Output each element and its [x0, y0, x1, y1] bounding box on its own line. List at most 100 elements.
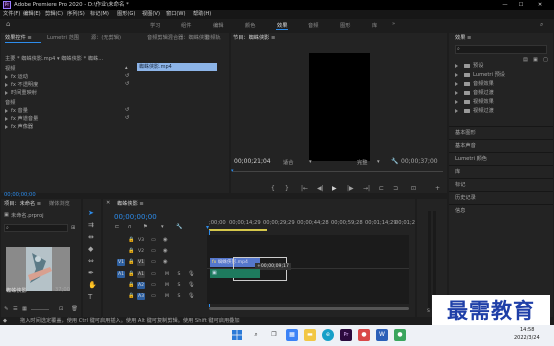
effect-folder-presets[interactable]: 预设 — [455, 62, 483, 70]
close-sequence-icon[interactable]: ✕ — [106, 200, 110, 206]
lock-icon[interactable]: 🔒 — [128, 293, 134, 299]
effect-panner[interactable]: fx 声像器 — [5, 123, 33, 131]
word-icon[interactable]: W — [376, 329, 388, 341]
snap-icon[interactable]: ⊏ — [115, 224, 119, 230]
new-bin-icon[interactable]: ▤ — [523, 57, 528, 63]
tab-media-browser[interactable]: 媒体浏览 — [49, 199, 70, 209]
tab-sequence[interactable]: 蜘蛛侠影 ≡ — [117, 199, 144, 209]
export-frame-button[interactable]: ⊡ — [411, 184, 416, 193]
pen-tool-icon[interactable]: ✒ — [88, 269, 94, 277]
menu-view[interactable]: 视图(V) — [142, 10, 160, 19]
effect-folder-video-transitions[interactable]: 视频过渡 — [455, 107, 494, 115]
source-patch-a1[interactable]: A1 — [117, 271, 125, 278]
effect-folder-video-effects[interactable]: 视频效果 — [455, 98, 494, 106]
effect-opacity[interactable]: fx 不透明度 — [5, 81, 38, 89]
sync-icon[interactable]: ▭ — [151, 248, 156, 254]
expand-icon[interactable] — [5, 124, 8, 129]
effect-time-remapping[interactable]: 时间重映射 — [5, 89, 37, 97]
timeline-scrollbar-thumb[interactable] — [209, 307, 409, 310]
widgets-icon[interactable]: ▦ — [286, 329, 298, 341]
track-label[interactable]: A3 — [137, 293, 145, 300]
workspace-effects[interactable]: 效果 — [277, 22, 287, 29]
mark-in-button[interactable]: { — [271, 184, 275, 193]
solo-left-button[interactable]: S — [427, 309, 430, 314]
linked-selection-icon[interactable]: ∩ — [128, 224, 132, 230]
mute-button[interactable]: M — [163, 271, 171, 278]
icon-view-icon[interactable]: ▦ — [22, 306, 27, 312]
project-item-thumbnail[interactable] — [6, 247, 70, 291]
workspace-editing[interactable]: 编辑 — [213, 22, 223, 29]
button-editor-button[interactable]: + — [435, 184, 440, 193]
expand-icon[interactable] — [5, 82, 8, 87]
pencil-icon[interactable]: ✎ — [4, 306, 8, 312]
mark-out-button[interactable]: } — [285, 184, 289, 193]
work-area-bar[interactable] — [209, 229, 267, 231]
playhead-marker-icon[interactable]: ▾ — [231, 168, 234, 174]
workspace-learn[interactable]: 学习 — [150, 22, 160, 29]
search-taskbar-icon[interactable]: ⌕ — [250, 329, 262, 341]
mic-icon[interactable]: 🎙 — [188, 282, 195, 288]
effect-controls-timecode[interactable]: 00;00;00;00 — [4, 192, 36, 198]
section-lumetri-color[interactable]: Lumetri 颜色 — [449, 152, 553, 165]
playhead-scrubber[interactable] — [233, 171, 443, 172]
close-button[interactable]: ✕ — [532, 0, 548, 10]
expand-icon[interactable] — [5, 90, 8, 95]
tab-effects[interactable]: 效果 ≡ — [455, 33, 471, 43]
settings-icon[interactable]: 🔧 — [176, 224, 182, 230]
home-icon[interactable]: ⌂ — [6, 20, 10, 28]
mute-button[interactable]: M — [163, 282, 171, 289]
track-label[interactable]: V2 — [137, 248, 145, 255]
mute-button[interactable]: M — [163, 293, 171, 300]
reset-icon[interactable]: ↺ — [125, 107, 129, 113]
edge-icon[interactable]: e — [322, 329, 334, 341]
play-button[interactable]: ▶ — [332, 184, 337, 193]
extract-button[interactable]: ⊐ — [393, 184, 398, 193]
reset-icon[interactable]: ↺ — [125, 73, 129, 79]
project-search-input[interactable] — [4, 224, 68, 232]
track-label[interactable]: A2 — [137, 282, 145, 289]
effects-search-input[interactable] — [455, 45, 547, 54]
accelerate-icon[interactable]: ▣ — [533, 57, 538, 63]
section-info[interactable]: 信息 — [449, 204, 553, 217]
timeline-timecode[interactable]: 00;00;00;00 — [114, 213, 157, 221]
lock-icon[interactable]: 🔒 — [128, 237, 134, 243]
selection-tool-icon[interactable]: ➤ — [88, 209, 94, 217]
sync-icon[interactable]: ▭ — [151, 282, 156, 288]
quality-chevron-icon[interactable]: ▾ — [377, 159, 380, 165]
filter-icon[interactable]: ⊞ — [71, 224, 75, 232]
windows-start-icon[interactable] — [231, 329, 243, 341]
reset-icon[interactable]: ↺ — [125, 115, 129, 121]
effect-volume[interactable]: fx 音量 — [5, 107, 28, 115]
expand-icon[interactable] — [5, 116, 8, 121]
workspace-color[interactable]: 颜色 — [245, 22, 255, 29]
more-workspaces-icon[interactable]: » — [392, 21, 395, 27]
search-icon[interactable]: ⌕ — [540, 21, 543, 29]
tab-audio-track[interactable]: 音频轨 — [205, 33, 221, 43]
track-label[interactable]: A1 — [137, 271, 145, 278]
workspace-assembly[interactable]: 组件 — [181, 22, 191, 29]
go-to-in-button[interactable]: |← — [301, 184, 308, 193]
list-view-icon[interactable]: ☰ — [13, 306, 18, 312]
clip-selector[interactable]: 主要 * 蜘蛛侠影.mp4 ▾ 蜘蛛侠影 * 蜘蛛... — [5, 55, 103, 63]
menu-graphics[interactable]: 图形(G) — [117, 10, 135, 19]
lock-icon[interactable]: 🔒 — [128, 248, 134, 254]
audio-clip[interactable] — [210, 269, 260, 278]
wrench-icon[interactable]: 🔧 — [391, 158, 398, 165]
track-select-tool-icon[interactable]: ⇉ — [88, 221, 94, 229]
tab-lumetri-scopes[interactable]: Lumetri 范围 — [47, 33, 79, 43]
effect-motion[interactable]: fx 运动 — [5, 73, 28, 81]
solo-button[interactable]: S — [175, 282, 183, 289]
section-libraries[interactable]: 库 — [449, 165, 553, 178]
tab-audio-clip-mixer[interactable]: 音频剪辑混合器：蜘蛛侠影 — [147, 33, 209, 43]
eye-icon[interactable]: ◉ — [163, 237, 168, 243]
menu-window[interactable]: 窗口(W) — [166, 10, 186, 19]
add-marker-icon[interactable]: ⚑ — [143, 224, 148, 230]
workspace-graphics[interactable]: 图形 — [340, 22, 350, 29]
lock-icon[interactable]: 🔒 — [128, 282, 134, 288]
track-label[interactable]: V3 — [137, 237, 145, 244]
menu-file[interactable]: 文件(F) — [3, 10, 20, 19]
mic-icon[interactable]: 🎙 — [188, 293, 195, 299]
effect-folder-audio-transitions[interactable]: 音频过渡 — [455, 89, 494, 97]
menu-sequence[interactable]: 序列(S) — [67, 10, 85, 19]
section-markers[interactable]: 标记 — [449, 178, 553, 191]
